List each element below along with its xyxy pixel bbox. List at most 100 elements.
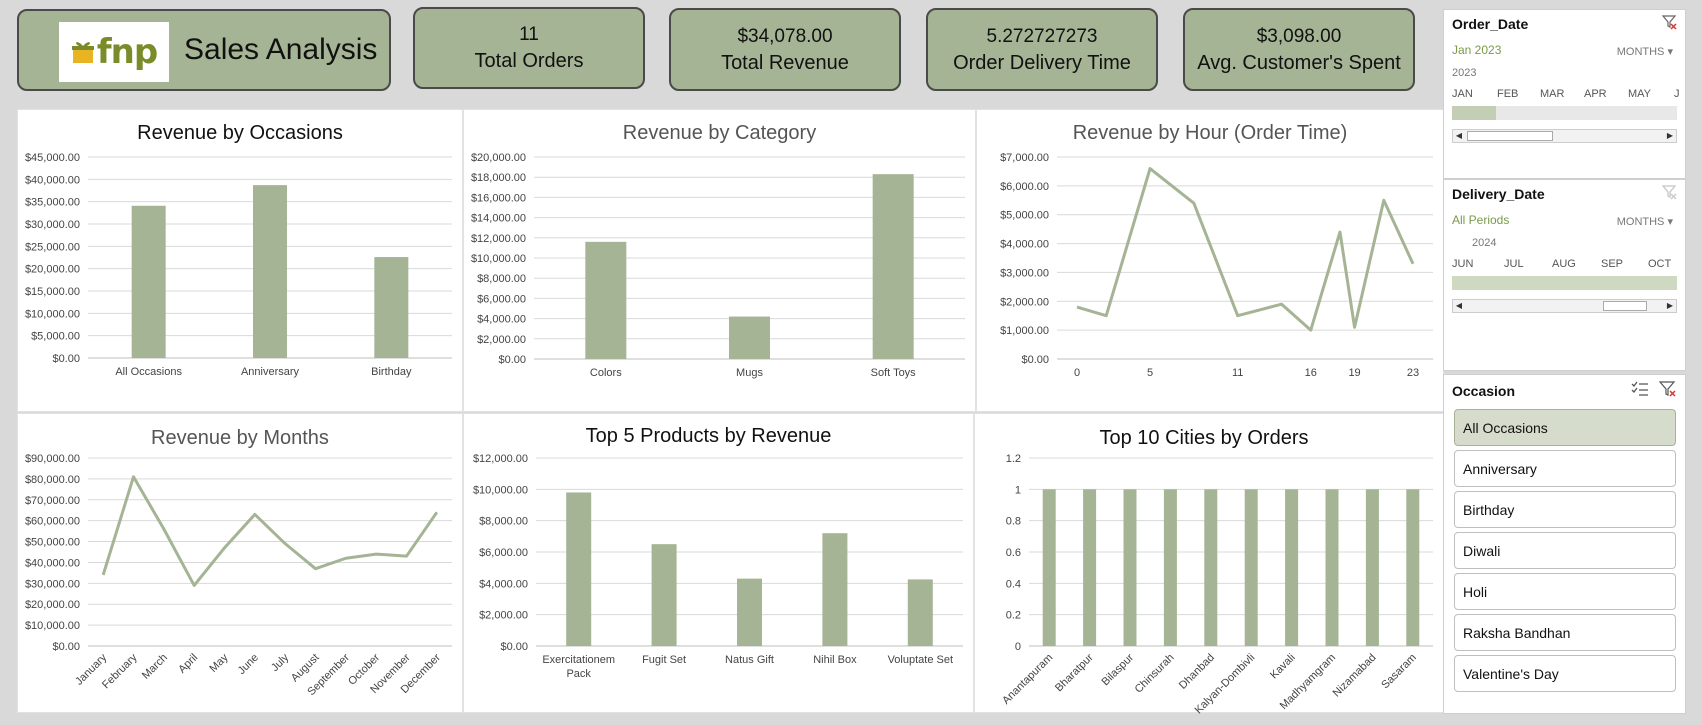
clear-filter-icon[interactable] xyxy=(1658,381,1677,400)
x-tick-label: Natus Gift xyxy=(725,654,774,666)
y-tick-label: $10,000.00 xyxy=(25,620,80,632)
y-tick-label: $0.00 xyxy=(52,353,80,365)
bar xyxy=(1204,489,1218,646)
kpi-total-revenue: $34,078.00 Total Revenue xyxy=(669,8,901,91)
timeline-selection: Jan 2023 xyxy=(1452,43,1502,57)
timeline-level-dropdown[interactable]: MONTHS ▾ xyxy=(1617,45,1673,58)
level-label: MONTHS xyxy=(1616,216,1665,228)
delivery-date-timeline[interactable]: Delivery_Date All Periods MONTHS ▾ 2024 … xyxy=(1443,179,1686,371)
header-card: fnp Sales Analysis xyxy=(17,9,391,91)
timeline-month[interactable]: J xyxy=(1674,88,1680,100)
y-tick-label: $25,000.00 xyxy=(25,241,80,253)
occasion-slicer[interactable]: Occasion All Occasions Anniversary Birth… xyxy=(1443,374,1686,714)
kpi-label: Avg. Customer's Spent xyxy=(1197,51,1401,74)
y-tick-label: $4,000.00 xyxy=(477,314,526,326)
scroll-left-icon[interactable]: ◀ xyxy=(1453,130,1465,142)
y-tick-label: $30,000.00 xyxy=(25,219,80,231)
slicer-item-anniversary[interactable]: Anniversary xyxy=(1454,450,1676,487)
y-tick-label: $20,000.00 xyxy=(25,599,80,611)
slicer-item-diwali[interactable]: Diwali xyxy=(1454,532,1676,569)
timeline-month[interactable]: OCT xyxy=(1648,258,1671,270)
multi-select-icon[interactable] xyxy=(1631,381,1649,400)
timeline-month[interactable]: JAN xyxy=(1452,88,1473,100)
timeline-month[interactable]: JUL xyxy=(1504,258,1524,270)
scroll-right-icon[interactable]: ▶ xyxy=(1664,130,1676,142)
slicer-item-holi[interactable]: Holi xyxy=(1454,573,1676,610)
slicer-item-valentines-day[interactable]: Valentine's Day xyxy=(1454,655,1676,692)
y-tick-label: 0.8 xyxy=(1006,516,1021,528)
y-tick-label: $50,000.00 xyxy=(25,537,80,549)
kpi-order-delivery-time: 5.272727273 Order Delivery Time xyxy=(926,8,1158,91)
scroll-thumb[interactable] xyxy=(1467,131,1553,141)
slicer-item-all-occasions[interactable]: All Occasions xyxy=(1454,409,1676,446)
timeline-scrollbar[interactable]: ◀ ▶ xyxy=(1452,299,1677,313)
timeline-month[interactable]: APR xyxy=(1584,88,1607,100)
chart-svg: $0.00 $2,000.00 $4,000.00 $6,000.00 $8,000.0… xyxy=(473,453,963,680)
timeline-month[interactable]: JUN xyxy=(1452,258,1473,270)
bar xyxy=(907,579,933,646)
y-tick-label: $12,000.00 xyxy=(473,453,528,465)
timeline-level-dropdown[interactable]: MONTHS ▾ xyxy=(1617,215,1673,228)
order-date-timeline[interactable]: Order_Date Jan 2023 MONTHS ▾ 2023 JAN FE… xyxy=(1443,9,1686,179)
timeline-scrollbar[interactable]: ◀ ▶ xyxy=(1452,129,1677,143)
timeline-month[interactable]: MAR xyxy=(1540,88,1564,100)
timeline-selected-period[interactable] xyxy=(1452,276,1677,290)
y-tick-label: $0.00 xyxy=(498,354,526,366)
scroll-thumb[interactable] xyxy=(1603,301,1647,311)
slicer-title: Occasion xyxy=(1452,383,1516,399)
kpi-label: Total Revenue xyxy=(721,51,849,74)
timeline-year: 2024 xyxy=(1472,237,1497,249)
chart-revenue-by-occasions[interactable]: Revenue by Occasions $0.00 $5,000.00 $10,0… xyxy=(17,109,463,412)
clear-filter-icon[interactable] xyxy=(1661,184,1677,203)
timeline-month[interactable]: MAY xyxy=(1628,88,1651,100)
y-tick-label: $2,000.00 xyxy=(479,610,528,622)
x-tick-label: 23 xyxy=(1407,367,1419,379)
y-tick-label: $2,000.00 xyxy=(1000,296,1049,308)
y-tick-label: 1 xyxy=(1015,484,1021,496)
bar xyxy=(131,205,166,358)
kpi-label: Total Orders xyxy=(474,50,584,72)
y-tick-label: $15,000.00 xyxy=(25,286,80,298)
timeline-month[interactable]: SEP xyxy=(1601,258,1623,270)
chart-revenue-by-category[interactable]: Revenue by Category $0.00 $2,000.00 $4,000… xyxy=(463,109,976,412)
scroll-left-icon[interactable]: ◀ xyxy=(1453,300,1465,312)
slicer-item-birthday[interactable]: Birthday xyxy=(1454,491,1676,528)
clear-filter-icon[interactable] xyxy=(1661,14,1677,33)
chart-svg: $0.00 $2,000.00 $4,000.00 $6,000.00 $8,000.0… xyxy=(471,152,965,379)
kpi-value: $34,078.00 xyxy=(737,25,833,47)
series-line xyxy=(1076,167,1415,332)
x-tick-label: Nihil Box xyxy=(813,654,857,666)
bar xyxy=(585,241,627,359)
timeline-month[interactable]: FEB xyxy=(1497,88,1518,100)
y-tick-label: $20,000.00 xyxy=(471,152,526,164)
y-tick-label: $10,000.00 xyxy=(471,253,526,265)
logo-text: fnp xyxy=(96,32,158,72)
x-tick-label: Fugit Set xyxy=(642,654,686,666)
chart-top5-products[interactable]: Top 5 Products by Revenue $0.00 $2,000.00… xyxy=(463,413,974,713)
y-tick-label: 0.6 xyxy=(1006,547,1021,559)
timeline-selected-period[interactable] xyxy=(1452,106,1496,120)
bar xyxy=(872,174,914,359)
chart-revenue-by-hour[interactable]: Revenue by Hour (Order Time) $0.00 $1,000… xyxy=(976,109,1444,412)
chart-svg: $0.00 $10,000.00 $20,000.00 $30,000.00 $40,0… xyxy=(25,453,452,698)
slicer-item-raksha-bandhan[interactable]: Raksha Bandhan xyxy=(1454,614,1676,651)
chart-top10-cities[interactable]: Top 10 Cities by Orders 0 0.2 0.4 0.6 0.8 1 1.… xyxy=(974,413,1444,714)
chart-revenue-by-months[interactable]: Revenue by Months $0.00 $10,000.00 $20,000… xyxy=(17,413,463,713)
bar xyxy=(566,492,592,646)
timeline-month[interactable]: AUG xyxy=(1552,258,1576,270)
y-tick-label: $20,000.00 xyxy=(25,264,80,276)
bar xyxy=(1163,489,1177,646)
y-tick-label: $3,000.00 xyxy=(1000,267,1049,279)
y-tick-label: $0.00 xyxy=(52,641,80,653)
y-tick-label: $4,000.00 xyxy=(479,578,528,590)
y-tick-label: $6,000.00 xyxy=(479,547,528,559)
y-tick-label: $6,000.00 xyxy=(477,293,526,305)
bar xyxy=(1285,489,1299,646)
y-tick-label: $18,000.00 xyxy=(471,172,526,184)
chart-svg: $0.00 $5,000.00 $10,000.00 $15,000.00 $20,00… xyxy=(25,152,452,378)
kpi-avg-customer-spent: $3,098.00 Avg. Customer's Spent xyxy=(1183,8,1415,91)
scroll-right-icon[interactable]: ▶ xyxy=(1664,300,1676,312)
kpi-label: Order Delivery Time xyxy=(953,51,1131,74)
x-tick-label: Bharatpur xyxy=(1053,651,1096,694)
x-tick-label: Birthday xyxy=(371,366,412,378)
